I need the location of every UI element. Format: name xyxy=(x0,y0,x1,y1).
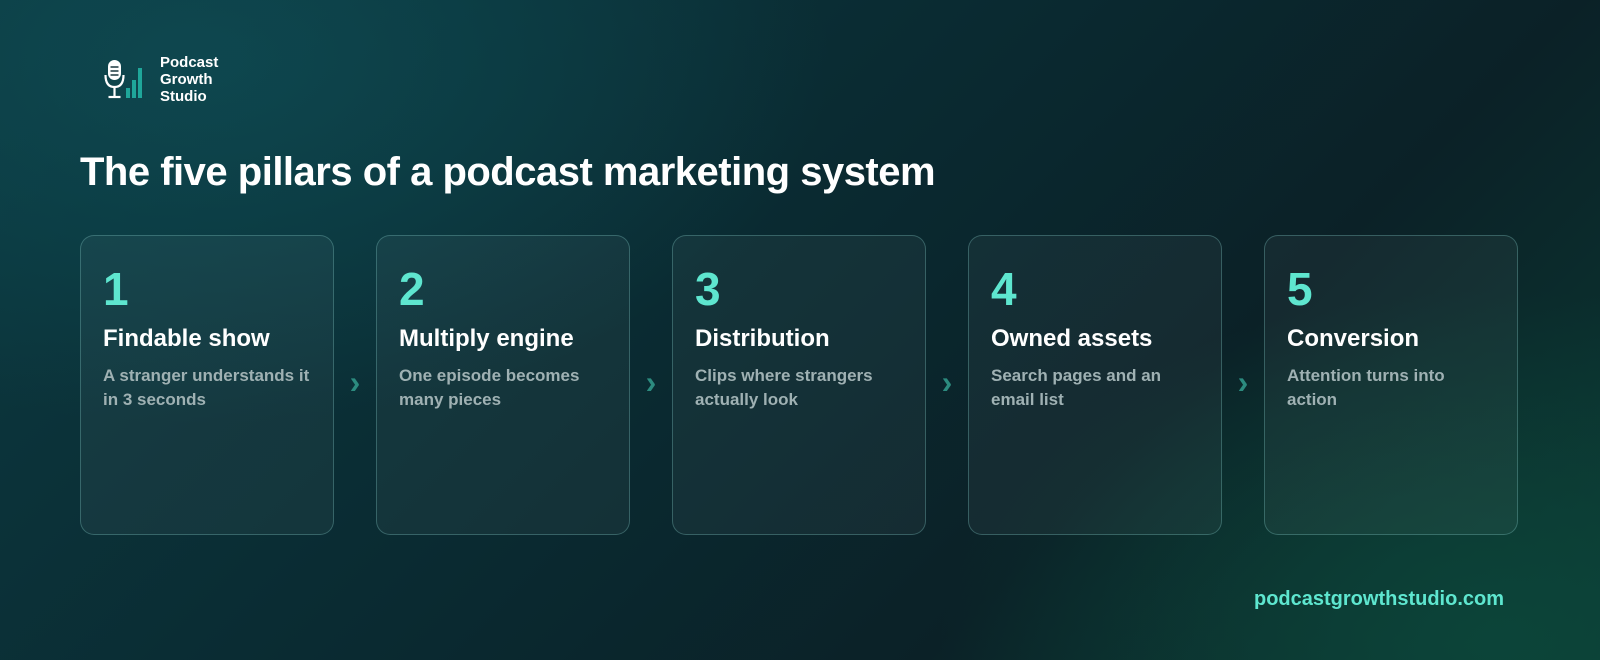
pillar-description: Attention turns into action xyxy=(1287,366,1445,409)
pillar-number: 2 xyxy=(399,263,425,315)
pillar-title: Owned assets xyxy=(991,325,1153,352)
website-url: podcastgrowthstudio.com xyxy=(1254,588,1504,610)
pillar-description: Clips where strangers actually look xyxy=(695,366,873,409)
pillar-number: 3 xyxy=(695,263,721,315)
chevron-right-icon: › xyxy=(941,363,953,400)
pillar-title: Findable show xyxy=(103,325,270,352)
chevron-right-icon: › xyxy=(1237,363,1249,400)
brand-name: Podcast Growth Studio xyxy=(160,54,250,105)
pillar-number: 4 xyxy=(991,263,1017,315)
brand-name-line-1: Podcast xyxy=(160,54,219,71)
pillar-card-3: 3 Distribution Clips where strangers act… xyxy=(672,235,926,535)
chevron-right-icon: › xyxy=(645,363,657,400)
pillar-description: A stranger understands it in 3 seconds xyxy=(103,366,310,409)
pillar-number: 1 xyxy=(103,263,129,315)
pillar-card-1: 1 Findable show A stranger understands i… xyxy=(80,235,334,535)
pillar-description: One episode becomes many pieces xyxy=(399,366,580,409)
pillar-card-4: 4 Owned assets Search pages and an email… xyxy=(968,235,1222,535)
pillars-row: 1 Findable show A stranger understands i… xyxy=(80,235,1520,535)
brand-logo: Podcast Growth Studio xyxy=(104,54,250,105)
pillar-number: 5 xyxy=(1287,263,1313,315)
microphone-bars-icon xyxy=(104,59,142,98)
pillar-title: Distribution xyxy=(695,325,830,352)
page-title: The five pillars of a podcast marketing … xyxy=(80,150,936,194)
brand-name-line-3: Studio xyxy=(160,88,207,105)
pillar-description: Search pages and an email list xyxy=(991,366,1162,409)
brand-name-line-2: Growth xyxy=(160,71,213,88)
pillar-title: Conversion xyxy=(1287,325,1420,352)
pillar-card-5: 5 Conversion Attention turns into action xyxy=(1264,235,1518,535)
pillar-title: Multiply engine xyxy=(399,325,574,352)
pillar-card-2: 2 Multiply engine One episode becomes ma… xyxy=(376,235,630,535)
chevron-right-icon: › xyxy=(349,363,361,400)
